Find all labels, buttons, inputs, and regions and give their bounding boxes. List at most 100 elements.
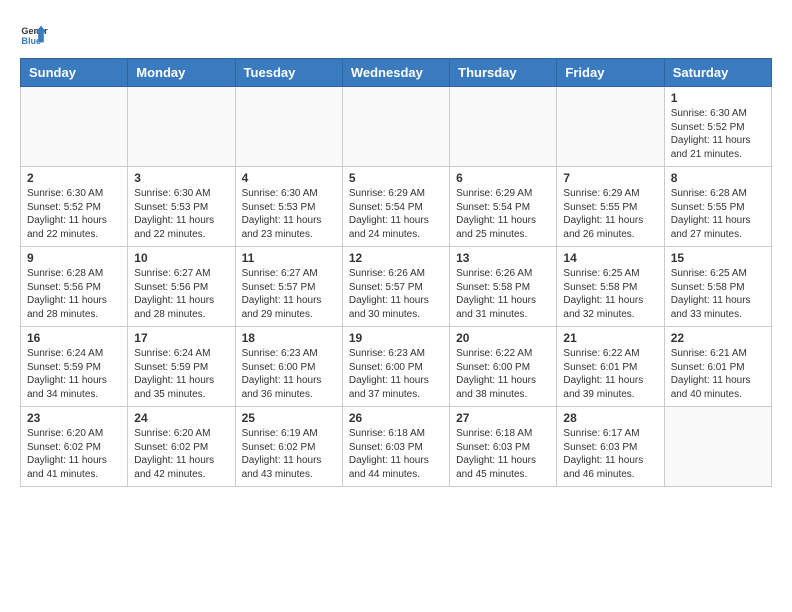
calendar-header-monday: Monday <box>128 59 235 87</box>
calendar-week-row: 23 Sunrise: 6:20 AM Sunset: 6:02 PM Dayli… <box>21 407 772 487</box>
calendar-cell: 12 Sunrise: 6:26 AM Sunset: 5:57 PM Dayli… <box>342 247 449 327</box>
day-number: 19 <box>349 331 443 345</box>
calendar-cell <box>664 407 771 487</box>
calendar-cell: 8 Sunrise: 6:28 AM Sunset: 5:55 PM Daylig… <box>664 167 771 247</box>
day-info: Sunrise: 6:22 AM Sunset: 6:01 PM Dayligh… <box>563 347 657 401</box>
day-info: Sunrise: 6:23 AM Sunset: 6:00 PM Dayligh… <box>349 347 443 401</box>
day-info: Sunrise: 6:30 AM Sunset: 5:53 PM Dayligh… <box>242 187 336 241</box>
day-number: 3 <box>134 171 228 185</box>
calendar-cell: 9 Sunrise: 6:28 AM Sunset: 5:56 PM Daylig… <box>21 247 128 327</box>
day-info: Sunrise: 6:30 AM Sunset: 5:52 PM Dayligh… <box>27 187 121 241</box>
calendar-cell <box>450 87 557 167</box>
calendar-header-friday: Friday <box>557 59 664 87</box>
day-info: Sunrise: 6:25 AM Sunset: 5:58 PM Dayligh… <box>671 267 765 321</box>
day-info: Sunrise: 6:26 AM Sunset: 5:58 PM Dayligh… <box>456 267 550 321</box>
day-info: Sunrise: 6:30 AM Sunset: 5:52 PM Dayligh… <box>671 107 765 161</box>
svg-text:Blue: Blue <box>21 36 41 46</box>
calendar-cell: 17 Sunrise: 6:24 AM Sunset: 5:59 PM Dayli… <box>128 327 235 407</box>
day-info: Sunrise: 6:20 AM Sunset: 6:02 PM Dayligh… <box>134 427 228 481</box>
calendar-header-tuesday: Tuesday <box>235 59 342 87</box>
calendar-cell: 18 Sunrise: 6:23 AM Sunset: 6:00 PM Dayli… <box>235 327 342 407</box>
day-info: Sunrise: 6:17 AM Sunset: 6:03 PM Dayligh… <box>563 427 657 481</box>
calendar-cell: 19 Sunrise: 6:23 AM Sunset: 6:00 PM Dayli… <box>342 327 449 407</box>
calendar-cell: 2 Sunrise: 6:30 AM Sunset: 5:52 PM Daylig… <box>21 167 128 247</box>
calendar-cell: 26 Sunrise: 6:18 AM Sunset: 6:03 PM Dayli… <box>342 407 449 487</box>
calendar-cell: 14 Sunrise: 6:25 AM Sunset: 5:58 PM Dayli… <box>557 247 664 327</box>
calendar-cell: 25 Sunrise: 6:19 AM Sunset: 6:02 PM Dayli… <box>235 407 342 487</box>
calendar-header-wednesday: Wednesday <box>342 59 449 87</box>
day-info: Sunrise: 6:28 AM Sunset: 5:56 PM Dayligh… <box>27 267 121 321</box>
day-number: 24 <box>134 411 228 425</box>
day-number: 12 <box>349 251 443 265</box>
day-number: 21 <box>563 331 657 345</box>
day-info: Sunrise: 6:29 AM Sunset: 5:55 PM Dayligh… <box>563 187 657 241</box>
day-number: 16 <box>27 331 121 345</box>
day-number: 9 <box>27 251 121 265</box>
calendar-cell: 5 Sunrise: 6:29 AM Sunset: 5:54 PM Daylig… <box>342 167 449 247</box>
day-number: 26 <box>349 411 443 425</box>
calendar-cell: 11Sunrise: 6:27 AM Sunset: 5:57 PM Dayli… <box>235 247 342 327</box>
calendar-cell: 27 Sunrise: 6:18 AM Sunset: 6:03 PM Dayli… <box>450 407 557 487</box>
day-info: Sunrise: 6:22 AM Sunset: 6:00 PM Dayligh… <box>456 347 550 401</box>
day-number: 27 <box>456 411 550 425</box>
day-info: Sunrise: 6:29 AM Sunset: 5:54 PM Dayligh… <box>349 187 443 241</box>
calendar-cell: 10 Sunrise: 6:27 AM Sunset: 5:56 PM Dayli… <box>128 247 235 327</box>
calendar-cell: 6 Sunrise: 6:29 AM Sunset: 5:54 PM Daylig… <box>450 167 557 247</box>
day-number: 22 <box>671 331 765 345</box>
calendar-table: SundayMondayTuesdayWednesdayThursdayFrid… <box>20 58 772 487</box>
day-number: 17 <box>134 331 228 345</box>
day-number: 1 <box>671 91 765 105</box>
day-info: Sunrise: 6:27 AM Sunset: 5:56 PM Dayligh… <box>134 267 228 321</box>
day-number: 4 <box>242 171 336 185</box>
calendar-cell <box>557 87 664 167</box>
page-header: General Blue <box>20 20 772 48</box>
calendar-header-row: SundayMondayTuesdayWednesdayThursdayFrid… <box>21 59 772 87</box>
day-number: 2 <box>27 171 121 185</box>
day-number: 14 <box>563 251 657 265</box>
calendar-cell: 24 Sunrise: 6:20 AM Sunset: 6:02 PM Dayli… <box>128 407 235 487</box>
calendar-cell: 22 Sunrise: 6:21 AM Sunset: 6:01 PM Dayli… <box>664 327 771 407</box>
day-number: 7 <box>563 171 657 185</box>
day-info: Sunrise: 6:25 AM Sunset: 5:58 PM Dayligh… <box>563 267 657 321</box>
day-info: Sunrise: 6:24 AM Sunset: 5:59 PM Dayligh… <box>27 347 121 401</box>
day-number: 18 <box>242 331 336 345</box>
day-info: Sunrise: 6:19 AM Sunset: 6:02 PM Dayligh… <box>242 427 336 481</box>
day-info: Sunrise: 6:30 AM Sunset: 5:53 PM Dayligh… <box>134 187 228 241</box>
day-number: 23 <box>27 411 121 425</box>
calendar-cell: 13 Sunrise: 6:26 AM Sunset: 5:58 PM Dayli… <box>450 247 557 327</box>
day-info: Sunrise: 6:29 AM Sunset: 5:54 PM Dayligh… <box>456 187 550 241</box>
day-info: Sunrise: 6:24 AM Sunset: 5:59 PM Dayligh… <box>134 347 228 401</box>
logo: General Blue <box>20 20 52 48</box>
logo-icon: General Blue <box>20 20 48 48</box>
day-info: Sunrise: 6:21 AM Sunset: 6:01 PM Dayligh… <box>671 347 765 401</box>
calendar-cell: 1 Sunrise: 6:30 AM Sunset: 5:52 PM Daylig… <box>664 87 771 167</box>
calendar-week-row: 9 Sunrise: 6:28 AM Sunset: 5:56 PM Daylig… <box>21 247 772 327</box>
calendar-cell: 21 Sunrise: 6:22 AM Sunset: 6:01 PM Dayli… <box>557 327 664 407</box>
day-number: 11 <box>242 251 336 265</box>
calendar-cell: 15 Sunrise: 6:25 AM Sunset: 5:58 PM Dayli… <box>664 247 771 327</box>
day-info: Sunrise: 6:20 AM Sunset: 6:02 PM Dayligh… <box>27 427 121 481</box>
day-info: Sunrise: 6:26 AM Sunset: 5:57 PM Dayligh… <box>349 267 443 321</box>
day-number: 13 <box>456 251 550 265</box>
calendar-cell <box>342 87 449 167</box>
calendar-header-sunday: Sunday <box>21 59 128 87</box>
calendar-header-saturday: Saturday <box>664 59 771 87</box>
day-number: 5 <box>349 171 443 185</box>
calendar-cell: 4 Sunrise: 6:30 AM Sunset: 5:53 PM Daylig… <box>235 167 342 247</box>
calendar-cell <box>128 87 235 167</box>
day-info: Sunrise: 6:18 AM Sunset: 6:03 PM Dayligh… <box>349 427 443 481</box>
calendar-cell: 3 Sunrise: 6:30 AM Sunset: 5:53 PM Daylig… <box>128 167 235 247</box>
day-info: Sunrise: 6:28 AM Sunset: 5:55 PM Dayligh… <box>671 187 765 241</box>
calendar-cell <box>21 87 128 167</box>
calendar-week-row: 16 Sunrise: 6:24 AM Sunset: 5:59 PM Dayli… <box>21 327 772 407</box>
day-info: Sunrise: 6:23 AM Sunset: 6:00 PM Dayligh… <box>242 347 336 401</box>
day-number: 15 <box>671 251 765 265</box>
day-info: Sunrise: 6:18 AM Sunset: 6:03 PM Dayligh… <box>456 427 550 481</box>
day-number: 10 <box>134 251 228 265</box>
day-number: 25 <box>242 411 336 425</box>
calendar-header-thursday: Thursday <box>450 59 557 87</box>
calendar-week-row: 1 Sunrise: 6:30 AM Sunset: 5:52 PM Daylig… <box>21 87 772 167</box>
day-number: 8 <box>671 171 765 185</box>
day-number: 6 <box>456 171 550 185</box>
calendar-cell <box>235 87 342 167</box>
